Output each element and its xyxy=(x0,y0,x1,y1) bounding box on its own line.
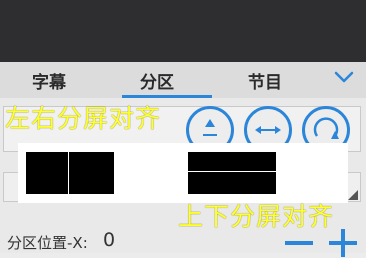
left-right-split-caption: 左右分屏对齐 xyxy=(5,104,162,133)
tab-bar: 字幕 分区 节目 xyxy=(0,62,366,98)
tab-partition[interactable]: 分区 xyxy=(140,68,174,93)
top-bottom-split-mode[interactable] xyxy=(188,152,276,194)
tab-program[interactable]: 节目 xyxy=(248,68,282,93)
dropdown-corner-icon[interactable] xyxy=(348,190,358,200)
tab-subtitle[interactable]: 字幕 xyxy=(32,68,66,93)
left-right-divider xyxy=(68,152,69,194)
position-x-label: 分区位置-X: xyxy=(7,234,88,252)
left-right-split-mode[interactable] xyxy=(26,152,114,194)
chevron-down-icon[interactable] xyxy=(333,66,355,88)
top-bar xyxy=(0,0,366,62)
top-bottom-divider xyxy=(188,171,276,172)
position-x-value[interactable]: 0 xyxy=(103,229,115,251)
